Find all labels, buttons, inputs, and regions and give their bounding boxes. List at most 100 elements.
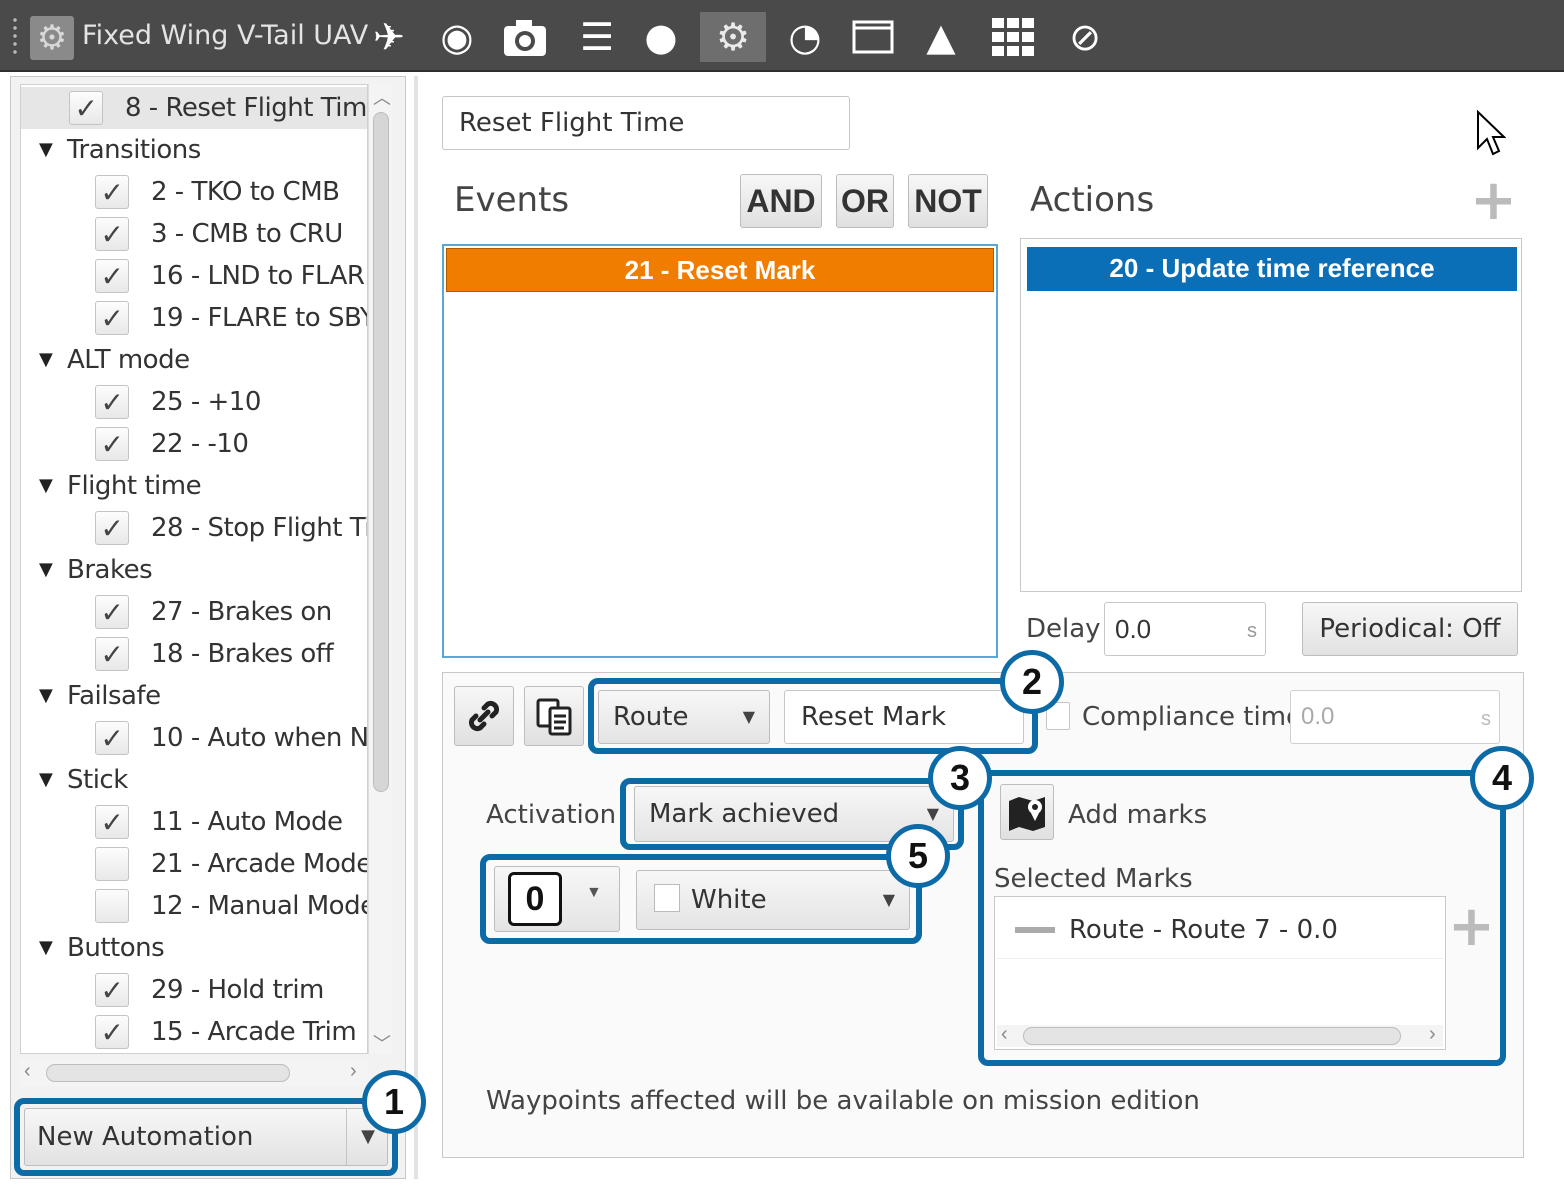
scrollbar-thumb[interactable] [373,112,389,792]
checkbox[interactable]: ✓ [95,427,129,461]
tree-item[interactable]: ✓ 8 - Reset Flight Time [21,87,368,129]
callout-badge-5: 5 [886,824,950,888]
expand-triangle-icon[interactable]: ▼ [39,675,53,717]
tree-group[interactable]: ▼ ALT mode [21,339,367,381]
and-button[interactable]: AND [740,174,822,228]
tree-item[interactable]: ✓ 28 - Stop Flight Tir [21,507,367,549]
tree-item[interactable]: ✓ 25 - +10 [21,381,367,423]
checkbox[interactable]: ✓ [95,301,129,335]
callout-badge-4: 4 [1470,746,1534,810]
scroll-left-icon[interactable]: ‹ [24,1060,31,1083]
tree-item[interactable]: ✓ 10 - Auto when No [21,717,368,759]
callout-frame-5 [480,854,922,944]
checkbox[interactable]: ✓ [95,973,129,1007]
tree-group-label: Brakes [67,555,153,585]
camera-icon[interactable] [498,12,552,62]
checkbox[interactable]: ✓ [95,805,129,839]
add-action-plus-icon[interactable]: + [1470,168,1517,233]
tree-item-label: 10 - Auto when No [151,723,368,753]
checkbox[interactable]: ✓ [95,721,129,755]
settings-gear-icon[interactable]: ⚙ [30,16,74,60]
checkbox[interactable] [95,889,129,923]
tree-group-label: Transitions [67,135,201,165]
prohibited-icon[interactable]: ⊘ [1058,12,1112,62]
periodical-toggle-button[interactable]: Periodical: Off [1302,602,1518,656]
compliance-time-input[interactable]: 0.0 s [1290,690,1500,744]
checkbox[interactable]: ✓ [95,217,129,251]
actions-title: Actions [1030,180,1155,220]
expand-triangle-icon[interactable]: ▼ [39,129,53,171]
tree-group[interactable]: ▼ Buttons [21,927,367,969]
automation-name-input[interactable]: Reset Flight Time [442,96,850,150]
tree-vertical-scrollbar[interactable]: ︿ ﹀ [368,84,392,1054]
link-icon[interactable] [454,686,514,746]
tree-item-label: 15 - Arcade Trim [151,1017,357,1047]
actions-list: 20 - Update time reference [1020,238,1522,592]
checkbox[interactable]: ✓ [95,595,129,629]
automation-tree: ✓ 8 - Reset Flight Time ▼ Transitions ✓ 2 - T… [20,84,368,1054]
expand-triangle-icon[interactable]: ▼ [39,759,53,801]
tree-item[interactable]: ✓ 15 - Arcade Trim [21,1011,367,1053]
checkbox[interactable] [95,847,129,881]
terrain-icon[interactable]: ▲ [914,12,968,62]
airplane-icon[interactable]: ✈ [362,12,416,62]
tree-group-label: Flight time [67,471,202,501]
copy-icon[interactable] [524,686,584,746]
tree-item[interactable]: ✓ 27 - Brakes on [21,591,367,633]
or-button[interactable]: OR [836,174,894,228]
tree-item-label: 11 - Auto Mode [151,807,343,837]
globe-icon[interactable]: ● [634,12,688,62]
expand-triangle-icon[interactable]: ▼ [39,465,53,507]
tree-item[interactable]: ✓ 29 - Hold trim [21,969,367,1011]
footer-note: Waypoints affected will be available on … [486,1086,1200,1116]
scroll-up-icon[interactable]: ︿ [373,84,391,110]
delay-input[interactable]: 0.0 s [1104,602,1266,656]
expand-triangle-icon[interactable]: ▼ [39,549,53,591]
window-icon[interactable] [846,12,900,62]
tree-item[interactable]: ✓ 11 - Auto Mode [21,801,367,843]
tree-item-label: 27 - Brakes on [151,597,332,627]
tree-group[interactable]: ▼ Transitions [21,129,367,171]
tree-horizontal-scrollbar[interactable]: ‹ › [20,1060,368,1086]
callout-badge-2: 2 [1000,650,1064,714]
tree-group[interactable]: ▼ Failsafe [21,675,367,717]
event-item[interactable]: 21 - Reset Mark [446,248,994,292]
tree-item-label: 19 - FLARE to SBY [151,303,368,333]
tree-item-label: 8 - Reset Flight Time [125,93,368,123]
joystick-icon[interactable]: ◉ [430,12,484,62]
tree-item-label: 29 - Hold trim [151,975,324,1005]
checkbox[interactable]: ✓ [95,637,129,671]
tree-item[interactable]: ✓ 19 - FLARE to SBY [21,297,368,339]
gears-icon[interactable]: ⚙ [700,12,766,62]
tree-group[interactable]: ▼ Stick [21,759,367,801]
tree-item[interactable]: 12 - Manual Mode [21,885,367,927]
scroll-right-icon[interactable]: › [350,1060,357,1083]
expand-triangle-icon[interactable]: ▼ [39,927,53,969]
tree-item[interactable]: ✓ 2 - TKO to CMB [21,171,367,213]
tree-item[interactable]: ✓ 22 - -10 [21,423,367,465]
sliders-icon[interactable]: ☰ [570,12,624,62]
tree-group[interactable]: ▼ Flight time [21,465,367,507]
scroll-down-icon[interactable]: ﹀ [373,1030,391,1056]
tree-item[interactable]: ✓ 18 - Brakes off [21,633,367,675]
top-toolbar: ⚙ Fixed Wing V-Tail UAV ✈ ◉ ☰ ● ⚙ ◔ ▲ ⊘ [0,0,1564,72]
expand-triangle-icon[interactable]: ▼ [39,339,53,381]
tree-item-label: 21 - Arcade Mode [151,849,368,879]
checkbox[interactable]: ✓ [95,385,129,419]
panel-divider[interactable] [414,76,418,1179]
action-item[interactable]: 20 - Update time reference [1027,247,1517,291]
tree-item[interactable]: 21 - Arcade Mode [21,843,368,885]
dashboard-icon[interactable]: ◔ [778,12,832,62]
checkbox[interactable]: ✓ [95,175,129,209]
checkbox[interactable]: ✓ [69,91,103,125]
tree-group[interactable]: ▼ Brakes [21,549,367,591]
scrollbar-thumb[interactable] [46,1064,290,1082]
checkbox[interactable]: ✓ [95,511,129,545]
not-button[interactable]: NOT [908,174,988,228]
checkbox[interactable]: ✓ [95,259,129,293]
tree-item[interactable]: ✓ 16 - LND to FLARE [21,255,367,297]
toolbar-grip-handle[interactable] [12,16,18,56]
checkbox[interactable]: ✓ [95,1015,129,1049]
tree-item[interactable]: ✓ 3 - CMB to CRU [21,213,367,255]
grid-icon[interactable] [986,12,1040,62]
